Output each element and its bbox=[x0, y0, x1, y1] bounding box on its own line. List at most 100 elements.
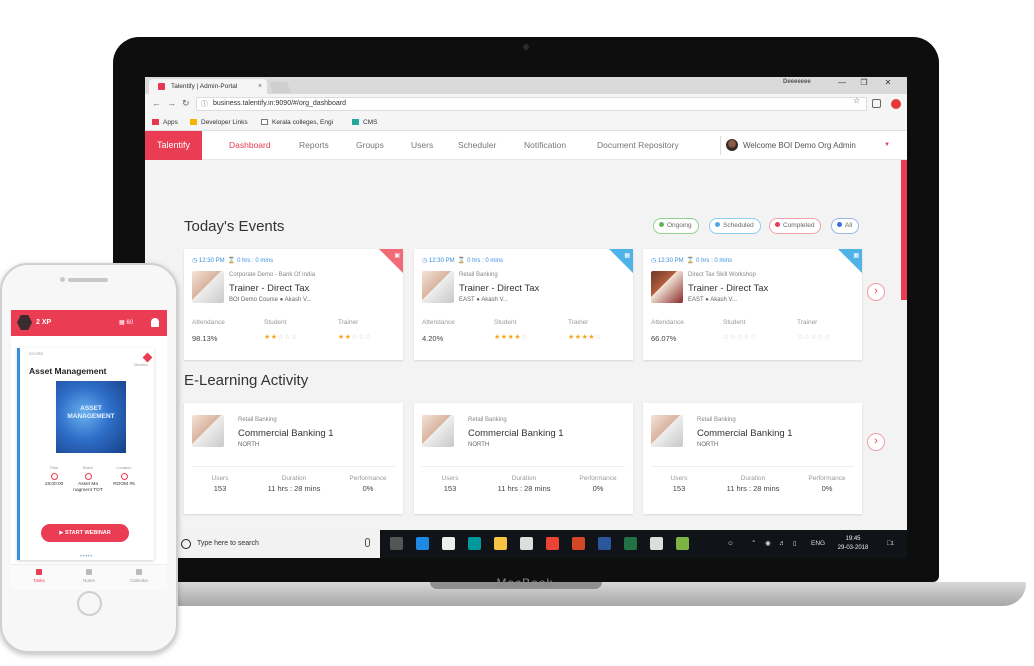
nav-dashboard[interactable]: Dashboard bbox=[229, 131, 271, 160]
completed-dot-icon bbox=[775, 222, 780, 227]
rating-star-icon: ★ bbox=[568, 334, 575, 341]
nav-notification[interactable]: Notification bbox=[524, 131, 566, 160]
filter-ongoing[interactable]: Ongoing bbox=[653, 218, 699, 234]
phone-tabbar: Tasks Notes Calendar bbox=[11, 564, 167, 590]
avatar[interactable] bbox=[726, 139, 738, 151]
maximize-button[interactable]: ❐ bbox=[857, 78, 871, 87]
edge-icon[interactable] bbox=[416, 537, 429, 550]
task-view-icon[interactable] bbox=[390, 537, 403, 550]
powerpoint-icon[interactable] bbox=[572, 537, 585, 550]
network-icon[interactable]: ◉ bbox=[765, 530, 771, 558]
nav-divider bbox=[720, 136, 721, 155]
browser-toolbar: ← → ↻ ⓘ business.talentify.in:9090/#/org… bbox=[145, 94, 907, 115]
bookmark-developer-links[interactable]: Developer Links bbox=[190, 115, 248, 130]
direction-icon[interactable] bbox=[142, 352, 153, 363]
tab-tasks[interactable]: Tasks bbox=[19, 568, 59, 583]
notification-icon[interactable]: □1 bbox=[887, 530, 894, 558]
close-tab-icon[interactable]: × bbox=[258, 79, 262, 94]
paint-icon[interactable] bbox=[676, 537, 689, 550]
reload-icon[interactable]: ↻ bbox=[182, 98, 190, 109]
duration-stat: Duration 11 hrs : 28 mins bbox=[267, 475, 321, 493]
bookmark-kerala-colleges[interactable]: Kerala colleges, Engi bbox=[261, 115, 333, 130]
start-webinar-button[interactable]: ▶ START WEBINAR bbox=[41, 524, 129, 542]
new-tab-button[interactable] bbox=[268, 82, 292, 93]
laptop-screen: Talentify | Admin-Portal × Deeeeeee — ❐ … bbox=[145, 77, 907, 558]
arduino-icon[interactable] bbox=[468, 537, 481, 550]
mail-icon[interactable] bbox=[520, 537, 533, 550]
language-indicator[interactable]: ENG bbox=[811, 530, 825, 558]
session-title: Asset Management bbox=[29, 366, 107, 376]
nav-document-repository[interactable]: Document Repository bbox=[597, 131, 679, 160]
elearning-card[interactable]: Retail Banking Commercial Banking 1 NORT… bbox=[414, 403, 633, 514]
address-bar[interactable]: ⓘ business.talentify.in:9090/#/org_dashb… bbox=[196, 97, 867, 111]
elearning-card[interactable]: Retail Banking Commercial Banking 1 NORT… bbox=[643, 403, 862, 514]
filter-scheduled[interactable]: Scheduled bbox=[709, 218, 761, 234]
rating-star-icon: ☆ bbox=[291, 334, 298, 341]
course-region: NORTH bbox=[697, 442, 719, 448]
store-icon[interactable] bbox=[442, 537, 455, 550]
word-icon[interactable] bbox=[598, 537, 611, 550]
people-icon[interactable]: ☺ bbox=[727, 530, 734, 558]
microphone-icon[interactable] bbox=[365, 538, 370, 547]
event-title: Trainer - Direct Tax bbox=[688, 283, 769, 294]
elearning-next-button[interactable]: › bbox=[867, 433, 885, 451]
nav-scheduler[interactable]: Scheduler bbox=[458, 131, 496, 160]
explorer-icon[interactable] bbox=[494, 537, 507, 550]
page-scrollbar[interactable] bbox=[901, 160, 907, 300]
tab-notes[interactable]: Notes bbox=[69, 568, 109, 583]
nav-users[interactable]: Users bbox=[411, 131, 433, 160]
window-user: Deeeeeee bbox=[783, 79, 811, 85]
events-next-button[interactable]: › bbox=[867, 283, 885, 301]
event-subtitle: EAST ● Akash V... bbox=[688, 297, 737, 303]
tab-calendar[interactable]: Calendar bbox=[119, 568, 159, 583]
volume-icon[interactable]: ♬ bbox=[779, 530, 786, 558]
close-window-button[interactable]: ✕ bbox=[881, 78, 895, 87]
caret-down-icon[interactable]: ▼ bbox=[884, 131, 890, 160]
nav-reports[interactable]: Reports bbox=[299, 131, 329, 160]
photos-icon[interactable] bbox=[650, 537, 663, 550]
url-text: business.talentify.in:9090/#/org_dashboa… bbox=[213, 100, 346, 107]
cast-icon[interactable] bbox=[872, 99, 881, 108]
event-card[interactable]: ◷ 12:30 PM ⌛ 0 hrs : 0 mins ▦ Direct Tax… bbox=[643, 249, 862, 360]
elearning-card[interactable]: Retail Banking Commercial Banking 1 NORT… bbox=[184, 403, 403, 514]
filter-all[interactable]: All bbox=[831, 218, 860, 234]
chrome-icon[interactable] bbox=[546, 537, 559, 550]
welcome-user[interactable]: Welcome BOI Demo Org Admin bbox=[743, 131, 856, 160]
pagination-dots[interactable]: ••••• bbox=[80, 554, 93, 560]
app-navbar: Talentify Dashboard Reports Groups Users… bbox=[145, 131, 907, 160]
browser-tab[interactable]: Talentify | Admin-Portal × bbox=[149, 79, 267, 94]
event-thumbnail bbox=[192, 271, 224, 303]
event-card[interactable]: ◷ 12:30 PM ⌛ 0 hrs : 0 mins ▦ Retail Ban… bbox=[414, 249, 633, 360]
home-button[interactable] bbox=[77, 591, 102, 616]
bookmark-cms[interactable]: CMS bbox=[352, 115, 377, 130]
battery-icon[interactable]: ▯ bbox=[793, 530, 797, 558]
back-icon[interactable]: ← bbox=[152, 98, 161, 108]
nav-groups[interactable]: Groups bbox=[356, 131, 384, 160]
folder-icon bbox=[190, 119, 197, 125]
student-label: Student bbox=[494, 319, 517, 326]
bookmark-star-icon[interactable]: ☆ bbox=[853, 96, 860, 105]
taskbar-search[interactable]: Type here to search bbox=[175, 530, 380, 558]
tasks-icon bbox=[36, 569, 42, 575]
course-title: Commercial Banking 1 bbox=[468, 428, 564, 439]
trainer-rating: ★★☆☆☆ bbox=[338, 333, 372, 341]
course-org: Retail Banking bbox=[468, 417, 507, 423]
filter-completed[interactable]: Completed bbox=[769, 218, 822, 234]
location-info: Location ROOM #5 bbox=[113, 465, 135, 487]
minimize-button[interactable]: — bbox=[835, 78, 849, 87]
cms-icon bbox=[352, 119, 359, 125]
coins-counter[interactable]: ▦ 60 bbox=[119, 310, 133, 336]
calendar-icon bbox=[136, 569, 142, 575]
forward-icon[interactable]: → bbox=[167, 98, 176, 108]
bell-icon[interactable] bbox=[151, 318, 159, 327]
excel-icon[interactable] bbox=[624, 537, 637, 550]
brand-logo[interactable]: Talentify bbox=[145, 131, 202, 160]
tray-up-icon[interactable]: ⌃ bbox=[751, 530, 756, 558]
site-info-icon[interactable]: ⓘ bbox=[201, 99, 208, 111]
direction-label: Direction bbox=[134, 363, 148, 367]
extension-icon[interactable] bbox=[891, 99, 901, 109]
bookmark-apps[interactable]: Apps bbox=[152, 115, 178, 130]
event-card[interactable]: ◷ 12:30 PM ⌛ 0 hrs : 0 mins ▣ Corporate … bbox=[184, 249, 403, 360]
taskbar-clock[interactable]: 19:45 29-03-2018 bbox=[828, 535, 878, 553]
rating-star-icon: ☆ bbox=[521, 334, 528, 341]
